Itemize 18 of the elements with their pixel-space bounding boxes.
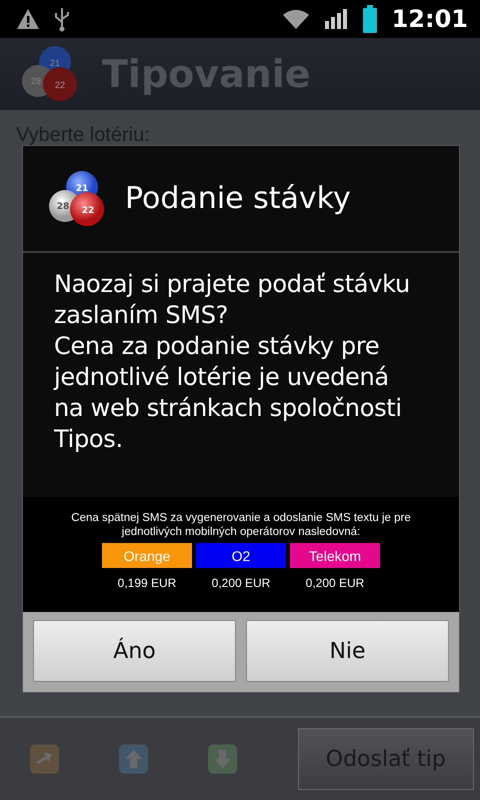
operator-price: 0,199 EUR [118, 576, 176, 590]
sms-price-note: Cena spätnej SMS za vygenerovanie a odoslanie SMS textu je pre jednotlivých mobilných operátorov nasledovná: [70, 511, 412, 539]
operator-tag: O2 [196, 543, 286, 568]
signal-icon [324, 8, 348, 30]
dialog-message: Naozaj si prajete podať stávku zaslaním SMS? Cena za podanie stávky pre jednotlivé lotérie je uvedená na web stránkach spoločnosti Tipos. [54, 269, 411, 455]
operator-price: 0,200 EUR [306, 576, 364, 590]
dialog-title: Podanie stávky [125, 181, 351, 216]
lottery-balls-logo: 21 28 22 [49, 170, 111, 228]
warning-icon [16, 8, 40, 30]
operator-tag: Orange [102, 543, 192, 568]
wifi-icon [282, 8, 310, 30]
operator-price: 0,200 EUR [212, 576, 270, 590]
cancel-button[interactable]: Nie [246, 620, 449, 682]
clock: 12:01 [392, 5, 468, 33]
usb-icon [54, 6, 70, 32]
operator-tag: Telekom [290, 543, 380, 568]
battery-icon [362, 5, 378, 33]
confirm-button[interactable]: Áno [33, 620, 236, 682]
